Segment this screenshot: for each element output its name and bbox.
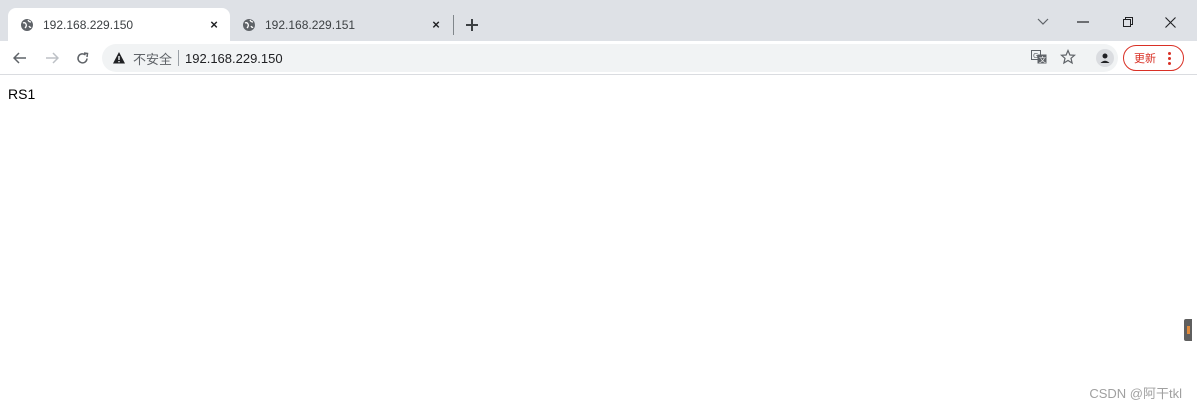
tab-title: 192.168.229.150 xyxy=(43,17,134,32)
omnibox-divider xyxy=(178,50,180,66)
minimize-button[interactable] xyxy=(1071,10,1095,34)
chevron-down-icon xyxy=(1037,18,1049,25)
watermark: CSDN @阿干tkl xyxy=(1089,386,1182,401)
new-tab-button[interactable] xyxy=(461,14,483,36)
tab-search-button[interactable] xyxy=(1031,10,1055,34)
kebab-menu-icon xyxy=(1168,51,1171,65)
restore-icon xyxy=(1123,17,1133,27)
update-button[interactable]: 更新 xyxy=(1123,45,1184,71)
page-content: RS1 CSDN @阿干tkl xyxy=(0,76,1197,410)
not-secure-label[interactable]: 不安全 xyxy=(133,49,172,68)
globe-icon xyxy=(20,18,34,32)
arrow-left-icon xyxy=(13,52,26,64)
tab-close-icon[interactable]: × xyxy=(206,17,222,33)
forward-button[interactable] xyxy=(40,46,64,70)
warning-icon[interactable] xyxy=(112,51,126,65)
tab-separator xyxy=(453,15,454,35)
back-button[interactable] xyxy=(8,46,32,70)
globe-icon xyxy=(242,18,256,32)
tab-192-168-229-151[interactable]: 192.168.229.151 × xyxy=(230,8,452,41)
tab-close-icon[interactable]: × xyxy=(428,17,444,33)
person-icon xyxy=(1100,53,1110,63)
reload-icon xyxy=(76,51,88,64)
toolbar: 不安全 192.168.229.150 G文 更新 xyxy=(0,41,1197,75)
update-label: 更新 xyxy=(1134,53,1156,65)
minimize-icon xyxy=(1077,21,1089,23)
side-widget-handle[interactable] xyxy=(1184,319,1192,341)
tab-192-168-229-150[interactable]: 192.168.229.150 × xyxy=(8,8,230,41)
bookmark-star-icon[interactable] xyxy=(1058,47,1078,67)
reload-button[interactable] xyxy=(70,46,94,70)
arrow-right-icon xyxy=(46,52,59,64)
translate-icon[interactable]: G文 xyxy=(1029,47,1049,67)
address-bar[interactable]: 不安全 192.168.229.150 xyxy=(102,44,1118,72)
page-body-text: RS1 xyxy=(8,86,36,102)
close-window-button[interactable] xyxy=(1158,10,1182,34)
close-icon xyxy=(1164,16,1176,28)
svg-text:文: 文 xyxy=(1039,55,1046,64)
tab-title: 192.168.229.151 xyxy=(265,17,356,32)
profile-avatar[interactable] xyxy=(1096,49,1114,67)
url-text[interactable]: 192.168.229.150 xyxy=(185,51,283,66)
restore-button[interactable] xyxy=(1116,10,1140,34)
tab-strip: 192.168.229.150 × 192.168.229.151 × xyxy=(0,0,1197,41)
plus-icon xyxy=(466,19,478,31)
